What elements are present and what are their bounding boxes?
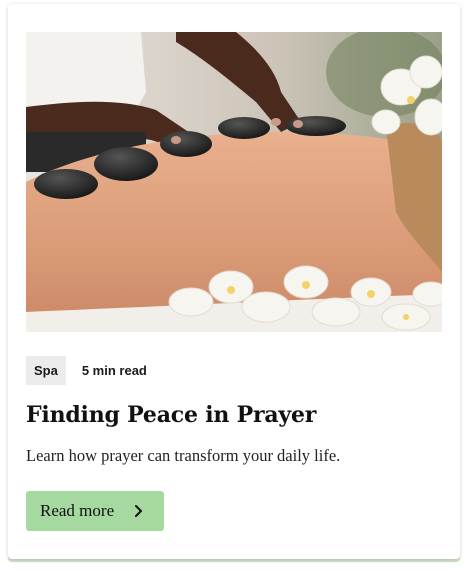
read-time: 5 min read: [81, 363, 147, 378]
chevron-right-icon: [135, 505, 143, 517]
article-description: Learn how prayer can transform your dail…: [26, 446, 341, 465]
article-card: Spa 5 min read Finding Peace in Prayer L…: [8, 4, 460, 559]
article-meta: Spa 5 min read: [26, 356, 147, 385]
read-more-button[interactable]: Read more: [26, 491, 164, 531]
article-title[interactable]: Finding Peace in Prayer: [26, 402, 316, 428]
read-more-label: Read more: [40, 501, 115, 520]
article-image: [26, 32, 442, 332]
category-tag[interactable]: Spa: [26, 356, 66, 385]
massage-photo: [26, 32, 442, 332]
